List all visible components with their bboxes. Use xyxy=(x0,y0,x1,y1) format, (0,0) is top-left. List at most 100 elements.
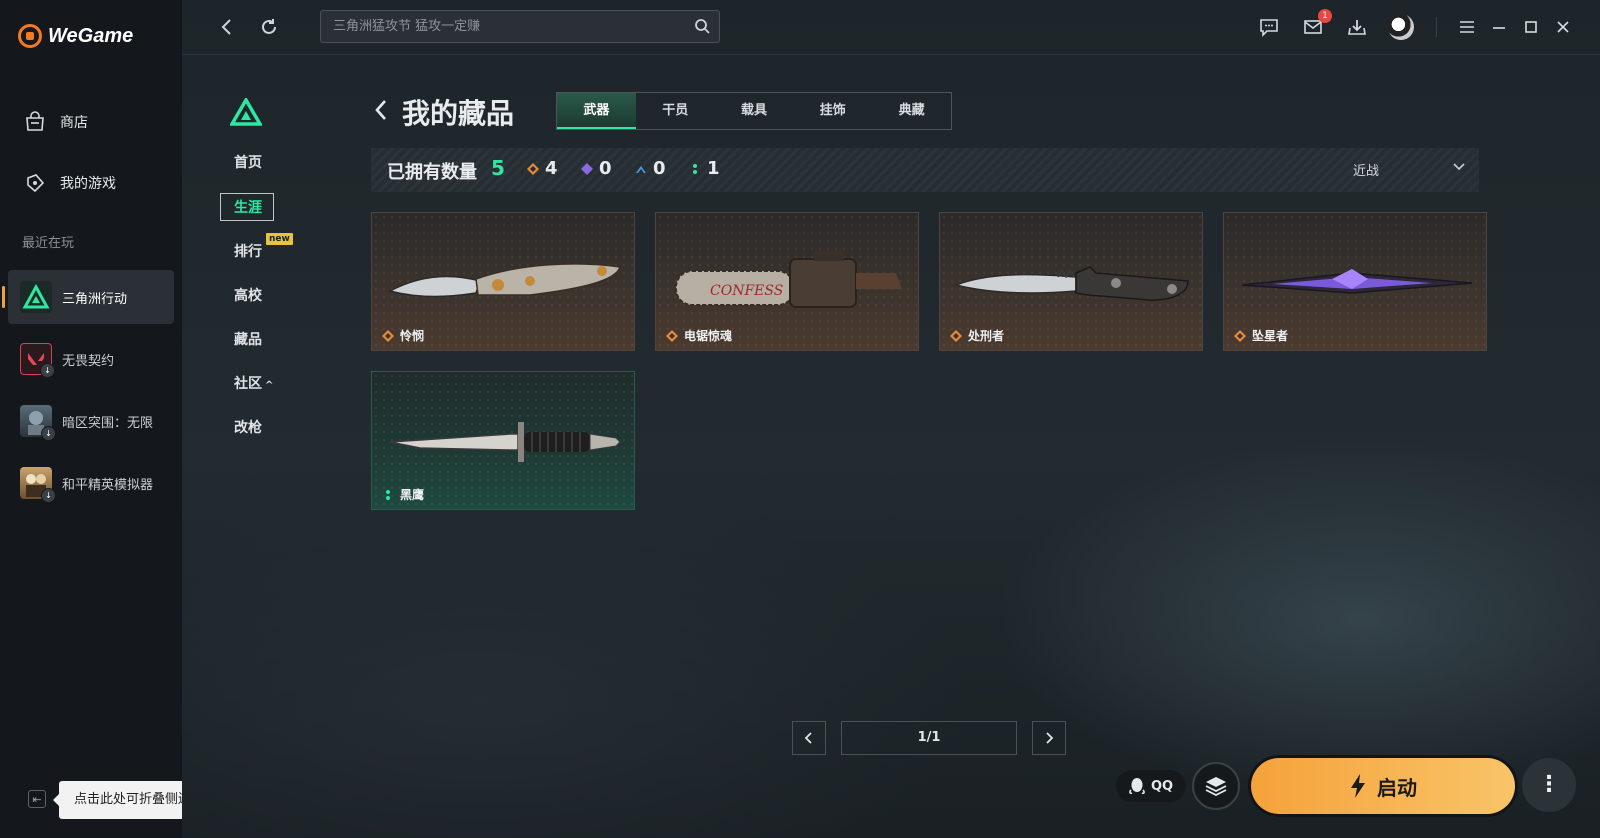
tab-charms[interactable]: 挂饰 xyxy=(793,93,872,129)
user-avatar[interactable] xyxy=(1388,14,1414,40)
recent-game-label: 暗区突围：无限 xyxy=(62,415,154,431)
rarity-count-blue: 0 xyxy=(635,158,666,179)
gamepad-icon xyxy=(24,172,46,194)
recent-game-peacekeeper-simulator[interactable]: ↓ 和平精英模拟器 xyxy=(8,456,174,510)
layers-icon xyxy=(1205,777,1227,797)
chevron-down-icon[interactable] xyxy=(1451,158,1467,174)
maximize-button[interactable] xyxy=(1518,14,1544,40)
rarity-count-purple: 0 xyxy=(581,158,612,179)
collection-back-button[interactable] xyxy=(372,96,390,124)
rarity-diamond-icon xyxy=(581,162,593,175)
chainsaw-image: CONFESS xyxy=(675,251,902,308)
rarity-count: 1 xyxy=(707,158,720,179)
game-nav-collection[interactable]: 藏品 xyxy=(234,329,262,349)
close-button[interactable] xyxy=(1550,14,1576,40)
game-nav-community[interactable]: 社区 ^ xyxy=(234,373,273,393)
game-settings-button[interactable] xyxy=(1192,762,1240,810)
weapon-card-chainsaw[interactable]: CONFESS 电锯惊魂 xyxy=(655,212,919,351)
launch-game-button[interactable]: 启动 xyxy=(1251,758,1515,814)
tab-collectibles[interactable]: 典藏 xyxy=(872,93,951,129)
sort-dropdown-label[interactable]: 近战 xyxy=(1353,160,1379,179)
arena-breakout-game-icon: ↓ xyxy=(20,405,56,441)
card-name: 黑鹰 xyxy=(382,486,424,503)
sidebar-item-my-games[interactable]: 我的游戏 xyxy=(0,163,182,203)
wegame-logo[interactable]: WeGame xyxy=(18,24,133,48)
qq-penguin-icon xyxy=(1129,778,1145,795)
mail-button[interactable]: 1 xyxy=(1300,9,1332,40)
store-icon xyxy=(24,111,46,133)
sidebar-item-store[interactable]: 商店 xyxy=(0,102,182,142)
page-title: 我的藏品 xyxy=(402,97,515,130)
collection-tabs: 武器 干员 载具 挂饰 典藏 xyxy=(556,92,952,130)
search-placeholder: 三角洲猛攻节 猛攻一定赚 xyxy=(333,19,481,34)
tab-weapons[interactable]: 武器 xyxy=(557,93,636,129)
rarity-diamond-icon xyxy=(1234,329,1246,342)
card-name: 怜悯 xyxy=(382,327,424,344)
maximize-icon xyxy=(1525,21,1537,33)
minimize-button[interactable] xyxy=(1486,14,1512,40)
chevron-left-icon xyxy=(375,100,386,120)
tab-vehicles[interactable]: 载具 xyxy=(715,93,794,129)
card-name: 坠星者 xyxy=(1234,327,1288,344)
recent-game-valorant[interactable]: ↓ 无畏契约 xyxy=(8,332,174,386)
recent-game-arena-breakout[interactable]: ↓ 暗区突围：无限 xyxy=(8,394,174,448)
tab-operators[interactable]: 干员 xyxy=(636,93,715,129)
download-manager-button[interactable] xyxy=(1344,14,1370,40)
game-nav-career[interactable]: 生涯 xyxy=(234,197,262,217)
rarity-diamond-icon xyxy=(527,162,539,175)
recent-game-label: 无畏契约 xyxy=(62,353,115,369)
more-options-button[interactable]: ⋮ xyxy=(1522,758,1576,812)
page-indicator: 1/1 xyxy=(841,721,1017,755)
recent-game-label: 和平精英模拟器 xyxy=(62,477,154,493)
rarity-count: 0 xyxy=(653,158,666,179)
brand-name: WeGame xyxy=(48,24,134,47)
dagger-image xyxy=(1241,269,1473,294)
weapon-card-executioner[interactable]: 处刑者 xyxy=(939,212,1203,351)
download-icon: ↓ xyxy=(40,363,55,378)
wegame-logo-icon xyxy=(18,24,42,48)
weapon-card-starfall[interactable]: 坠星者 xyxy=(1223,212,1487,351)
mail-count-badge: 1 xyxy=(1318,9,1332,23)
download-icon xyxy=(1348,20,1366,35)
game-nav-gunsmith[interactable]: 改枪 xyxy=(234,417,262,437)
divider xyxy=(1436,17,1437,37)
game-nav-home[interactable]: 首页 xyxy=(234,152,262,172)
delta-force-logo-icon[interactable] xyxy=(230,98,262,126)
prev-page-button[interactable] xyxy=(792,721,826,755)
refresh-button[interactable] xyxy=(258,16,280,38)
weapon-card-black-hawk[interactable]: 黑鹰 xyxy=(371,371,635,510)
refresh-icon xyxy=(262,19,276,34)
recent-game-delta-force[interactable]: 三角洲行动 xyxy=(2,270,174,324)
game-nav-university[interactable]: 高校 xyxy=(234,285,262,305)
back-button[interactable] xyxy=(216,16,238,38)
card-name-label: 怜悯 xyxy=(400,329,425,343)
menu-button[interactable] xyxy=(1454,14,1480,40)
chat-icon xyxy=(1260,19,1278,37)
rarity-count-orange: 4 xyxy=(527,158,558,179)
download-icon: ↓ xyxy=(41,488,56,503)
next-page-button[interactable] xyxy=(1032,721,1066,755)
svg-text:CONFESS: CONFESS xyxy=(710,283,783,299)
karambit-knife-image xyxy=(387,263,621,298)
rarity-chevron-icon xyxy=(636,165,646,173)
chevron-up-icon: ^ xyxy=(265,380,274,391)
chevron-left-icon xyxy=(804,732,812,744)
collapse-sidebar-button[interactable]: ⇤ xyxy=(28,790,46,808)
search-icon[interactable] xyxy=(693,17,711,35)
card-name: 电锯惊魂 xyxy=(666,327,732,344)
rarity-dots-icon xyxy=(693,163,697,174)
chat-button[interactable] xyxy=(1256,14,1282,40)
card-name-label: 黑鹰 xyxy=(400,488,425,502)
valorant-game-icon: ↓ xyxy=(20,343,55,378)
chevron-left-icon xyxy=(221,19,231,35)
qq-label: QQ xyxy=(1150,778,1174,794)
app-sidebar: WeGame 商店 我的游戏 最近在玩 三角洲行动 ↓ 无畏契约 ↓ 暗区突围：… xyxy=(0,0,182,838)
game-nav-community-label: 社区 xyxy=(234,376,262,392)
search-input[interactable]: 三角洲猛攻节 猛攻一定赚 xyxy=(320,10,720,43)
game-nav-ranking[interactable]: 排行 xyxy=(234,241,262,261)
qq-login-button[interactable]: QQ xyxy=(1116,770,1186,802)
recent-game-label: 三角洲行动 xyxy=(62,291,128,307)
weapon-card-mercy[interactable]: 怜悯 xyxy=(371,212,635,351)
rarity-diamond-icon xyxy=(382,329,394,342)
minimize-icon xyxy=(1493,27,1505,29)
